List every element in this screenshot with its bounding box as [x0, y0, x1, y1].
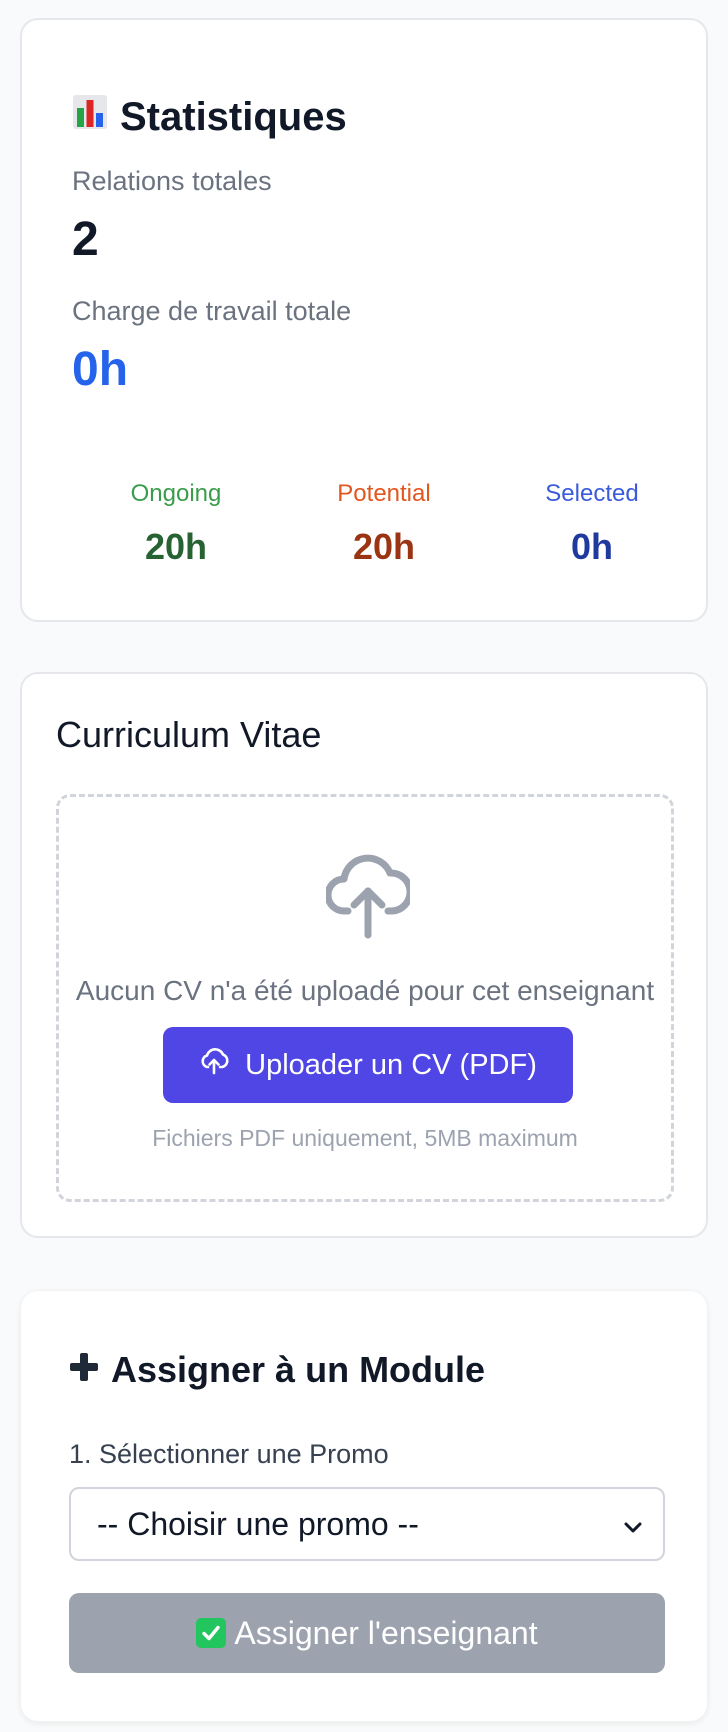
total-workload-value: 0h: [72, 343, 129, 396]
chevron-down-icon: [623, 1506, 643, 1543]
selected-label: Selected: [545, 480, 639, 507]
potential-stat: Potential 20h: [280, 480, 488, 568]
upload-hint: Fichiers PDF uniquement, 5MB maximum: [152, 1125, 578, 1151]
promo-field-label: 1. Sélectionner une Promo: [69, 1439, 389, 1469]
assign-teacher-button[interactable]: Assigner l'enseignant: [69, 1593, 665, 1673]
cv-dropzone[interactable]: Aucun CV n'a été uploadé pour cet enseig…: [56, 794, 674, 1202]
selected-value: 0h: [570, 526, 613, 567]
potential-label: Potential: [337, 480, 431, 507]
ongoing-value: 20h: [144, 526, 208, 567]
check-mark-icon: [196, 1618, 227, 1648]
assign-module-card: Assigner à un Module 1. Sélectionner une…: [20, 1290, 708, 1722]
no-cv-message: Aucun CV n'a été uploadé pour cet enseig…: [75, 975, 655, 1006]
assign-heading: Assigner à un Module: [69, 1349, 485, 1391]
total-relations-label: Relations totales: [72, 166, 272, 196]
total-relations-value: 2: [72, 213, 99, 266]
cloud-upload-icon: [199, 1046, 229, 1084]
upload-cv-label: Uploader un CV (PDF): [245, 1048, 537, 1081]
ongoing-stat: Ongoing 20h: [72, 480, 280, 568]
total-workload-label: Charge de travail totale: [72, 296, 352, 326]
plus-icon: [69, 1349, 99, 1391]
bar-chart-icon: [72, 94, 108, 140]
ongoing-label: Ongoing: [130, 480, 222, 507]
potential-value: 20h: [352, 526, 416, 567]
statistics-heading: Statistiques: [72, 94, 347, 140]
promo-select-value: -- Choisir une promo --: [97, 1505, 419, 1542]
promo-select[interactable]: -- Choisir une promo --: [69, 1487, 665, 1561]
statistics-card: Statistiques Relations totales 2 Charge …: [20, 18, 708, 622]
statistics-title: Statistiques: [120, 94, 347, 139]
cv-card: Curriculum Vitae Aucun CV n'a été upload…: [20, 672, 708, 1238]
cv-title: Curriculum Vitae: [56, 714, 322, 755]
cloud-upload-icon: [324, 849, 414, 946]
selected-stat: Selected 0h: [488, 480, 696, 568]
assign-title: Assigner à un Module: [111, 1349, 486, 1390]
assign-teacher-label: Assigner l'enseignant: [234, 1614, 538, 1651]
upload-cv-button[interactable]: Uploader un CV (PDF): [163, 1027, 573, 1103]
